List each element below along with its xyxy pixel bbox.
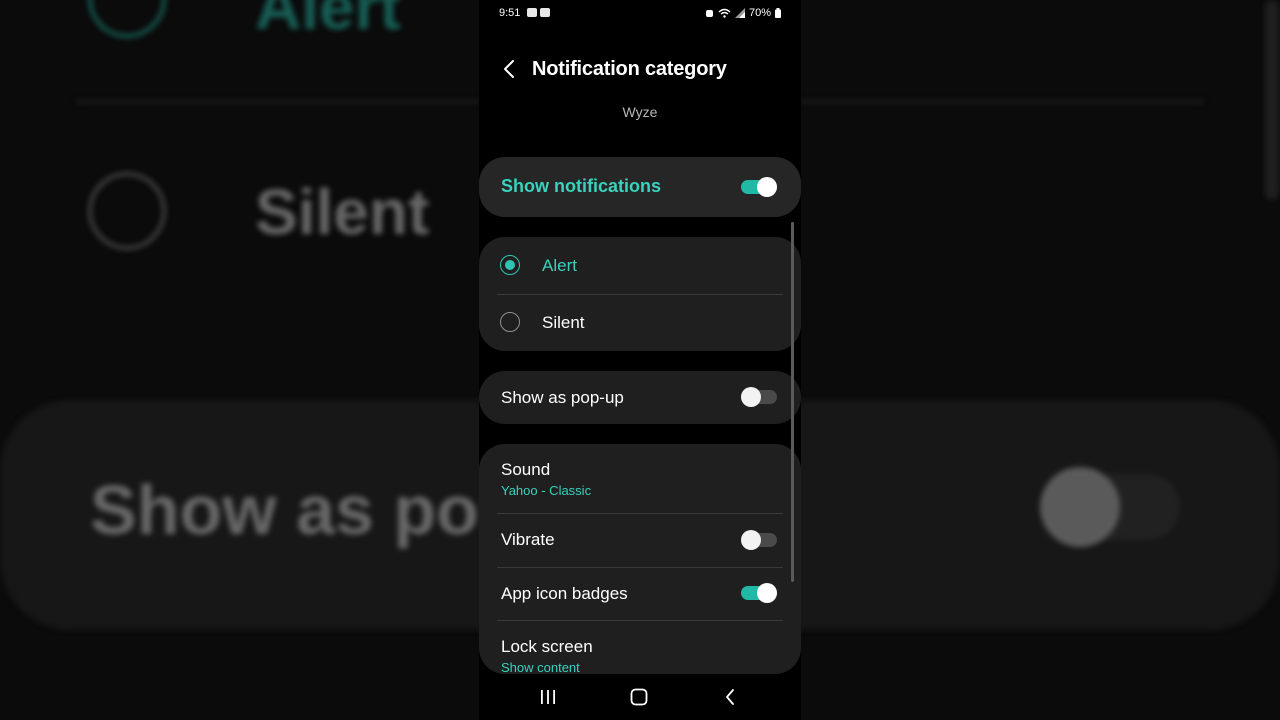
silent-option[interactable]: Silent [479,294,801,351]
lock-screen-label: Lock screen [501,637,593,656]
vibrate-row[interactable]: Vibrate [479,514,801,567]
show-as-popup-row[interactable]: Show as pop-up [479,371,801,424]
home-button[interactable] [627,686,651,708]
bg-scrollbar [1265,0,1279,200]
battery-percent: 70% [748,7,771,19]
show-notifications-toggle[interactable] [741,177,777,197]
lock-screen-value: Show content [501,660,580,675]
sound-label: Sound [501,460,551,479]
toggle-knob [741,530,761,550]
show-as-popup-label: Show as pop-up [501,388,624,407]
lock-screen-row[interactable]: Lock screen Show content [479,621,801,675]
nav-back-button[interactable] [718,686,742,708]
toggle-knob [741,387,761,407]
mail-icon [527,8,537,17]
show-as-popup-toggle[interactable] [741,387,777,407]
bg-alert-radio [88,0,166,38]
sound-value: Yahoo - Classic [501,483,592,498]
recents-button[interactable] [536,686,560,708]
home-icon [630,688,648,706]
alert-radio[interactable] [500,255,520,275]
bg-silent-label: Silent [255,176,430,248]
app-name: Wyze [622,104,658,120]
back-icon [726,689,734,705]
alert-label: Alert [542,256,577,275]
wifi-icon [718,8,731,18]
header: Notification category [479,50,801,90]
silent-radio[interactable] [500,312,520,332]
sound-row[interactable]: Sound Yahoo - Classic [479,444,801,513]
alarm-icon [705,10,713,17]
vibrate-label: Vibrate [501,530,555,549]
bg-alert-label: Alert [255,0,401,43]
app-icon-badges-label: App icon badges [501,584,628,603]
status-bar: 9:51 70% [479,0,801,28]
battery-icon [775,8,781,18]
notification-settings-card: Sound Yahoo - Classic Vibrate App icon b… [479,444,801,675]
toggle-knob [757,583,777,603]
scrollbar[interactable] [791,222,794,582]
app-icon-badges-row[interactable]: App icon badges [479,568,801,620]
show-notifications-label: Show notifications [501,176,661,196]
signal-icon [734,8,745,18]
show-notifications-row[interactable]: Show notifications [479,157,801,217]
notification-icons [527,8,550,17]
page-title: Notification category [532,58,727,80]
phone-screen: 9:51 70% Notification category Wyze Show… [479,0,801,720]
silent-label: Silent [542,313,585,332]
bg-toggle-knob [1040,467,1120,547]
notification-mode-card: Alert Silent [479,237,801,351]
vibrate-toggle[interactable] [741,530,777,550]
app-notification-icon [540,8,550,17]
recents-icon [541,690,555,704]
chevron-left-icon [504,60,514,78]
back-button[interactable] [497,54,521,84]
toggle-knob [757,177,777,197]
status-time: 9:51 [499,7,521,19]
bg-popup-label: Show as pop [90,471,522,549]
alert-option[interactable]: Alert [479,237,801,294]
app-icon-badges-toggle[interactable] [741,583,777,603]
navigation-bar [479,674,801,720]
status-right: 70% [705,7,781,19]
bg-silent-radio [88,172,166,250]
